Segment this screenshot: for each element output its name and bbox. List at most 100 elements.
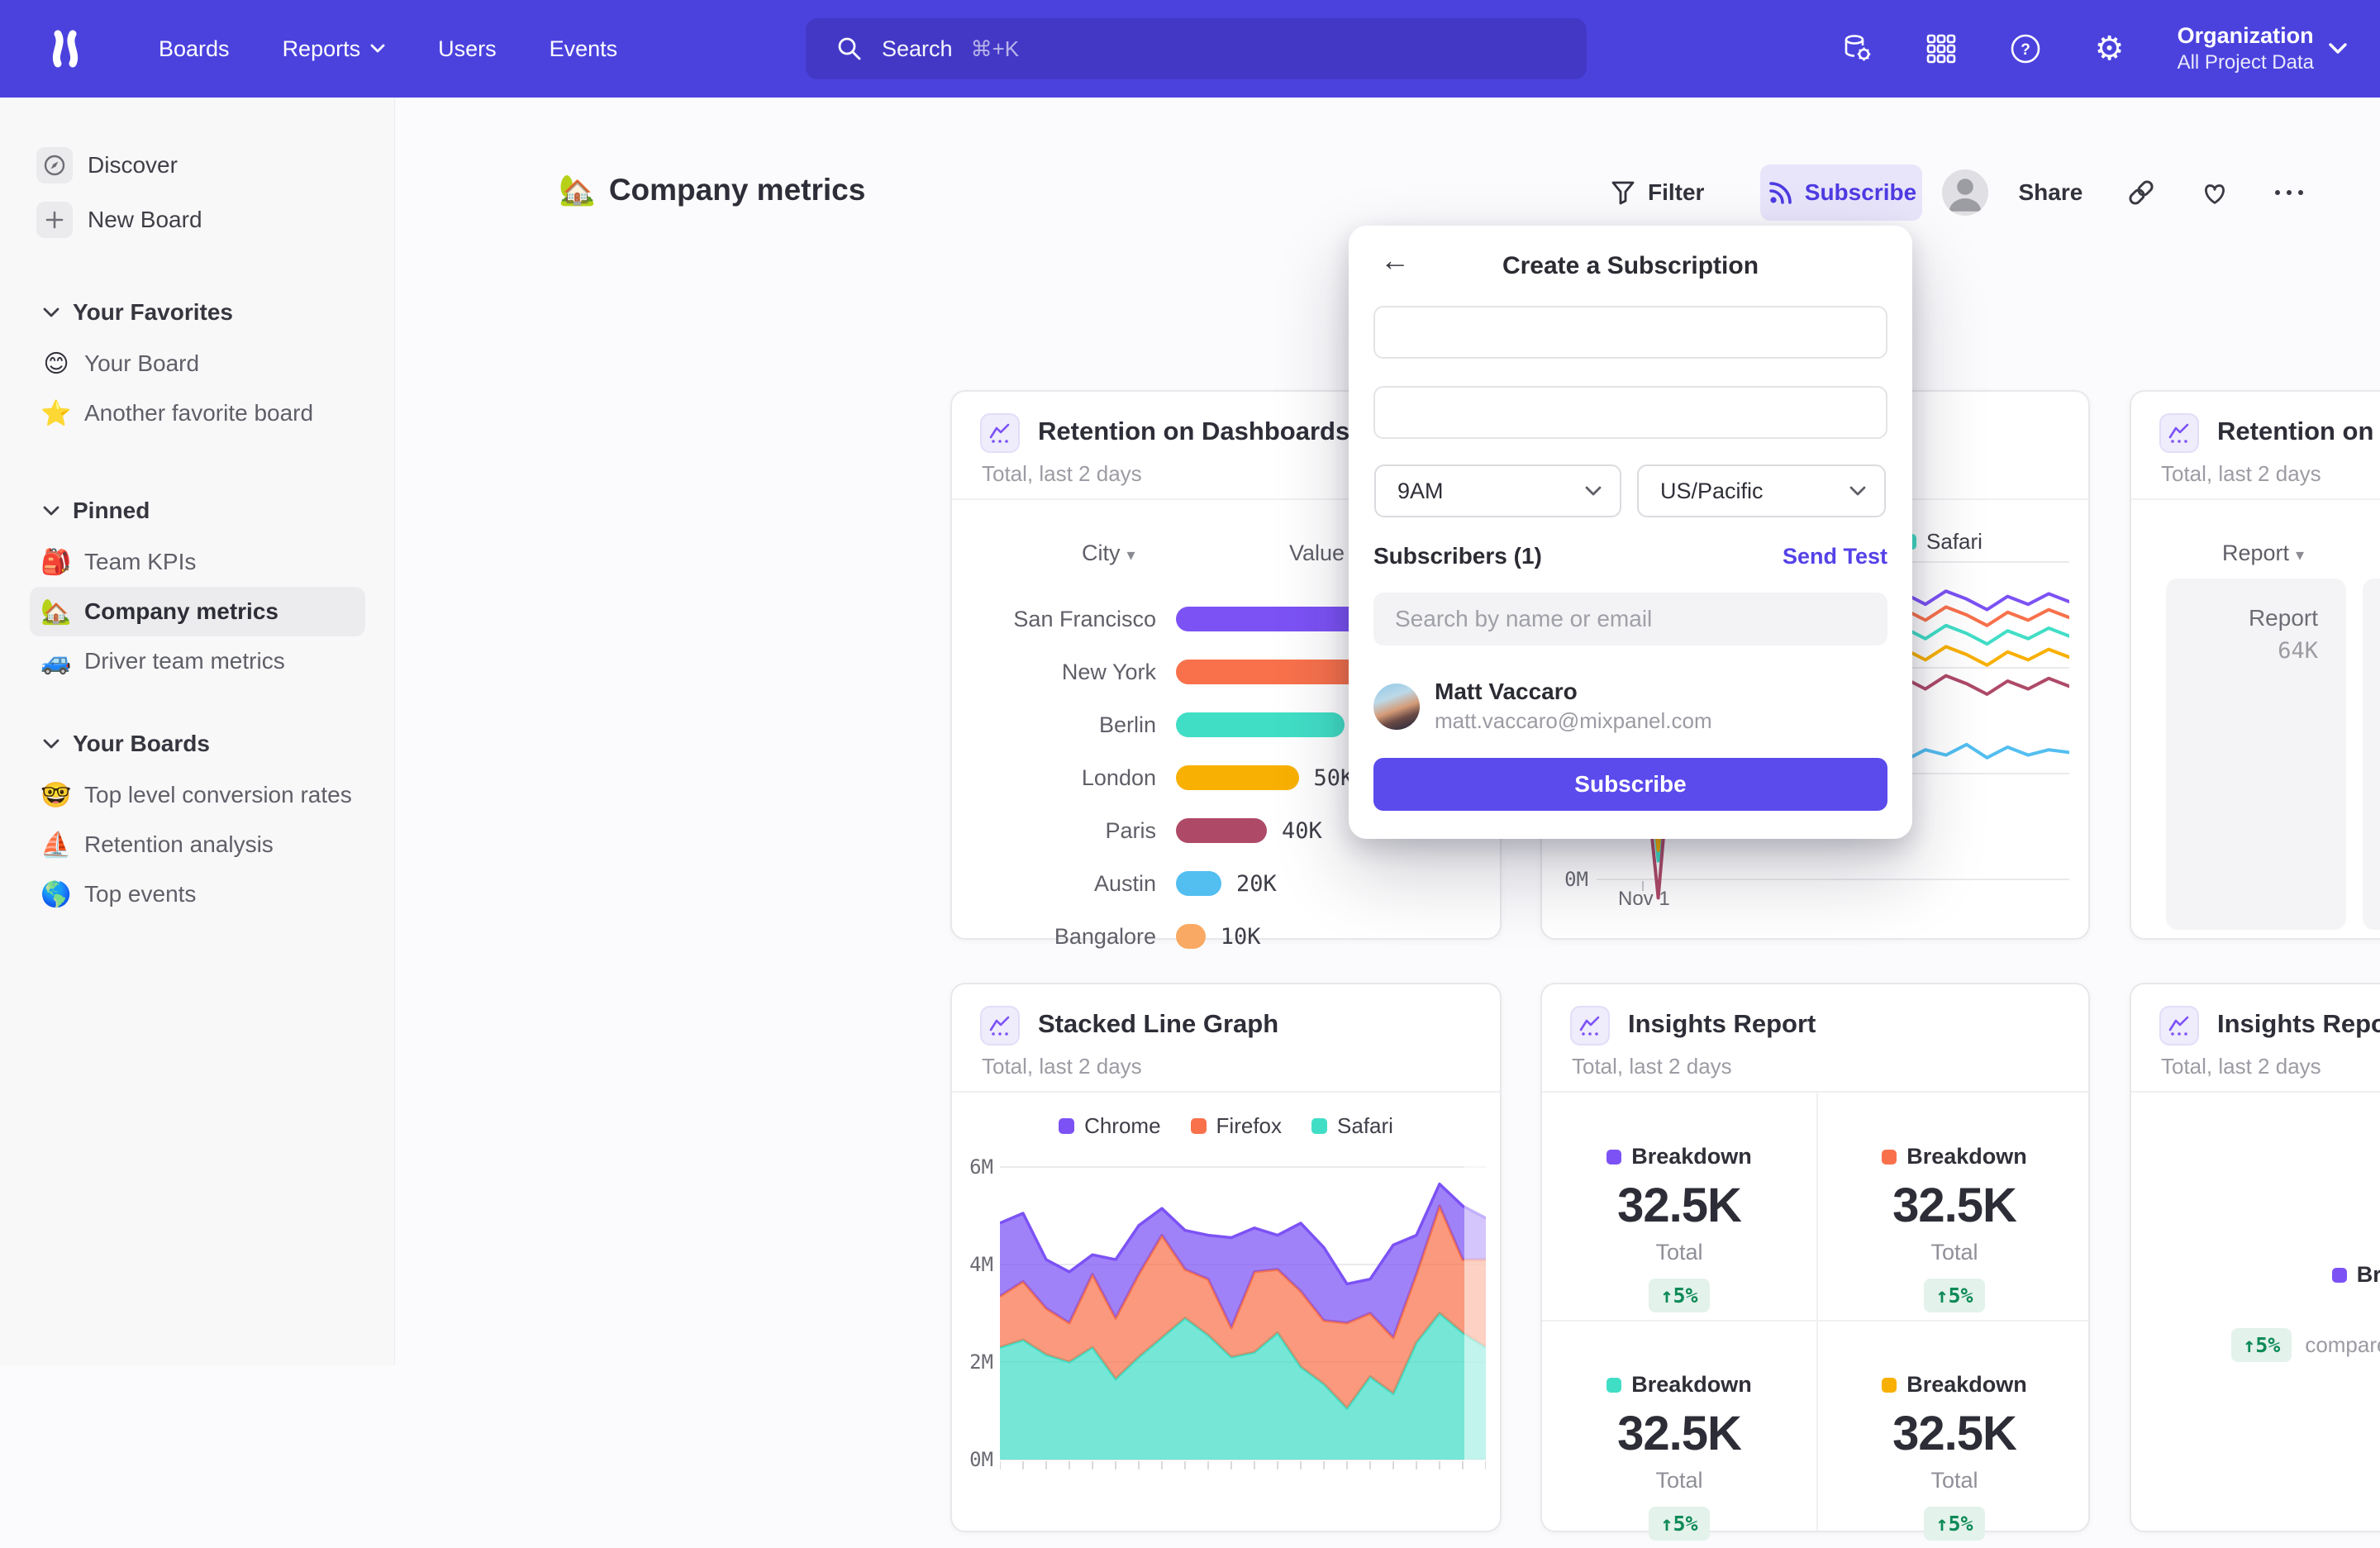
- metric-tile[interactable]: Breakdown32.5KTotal↑5%: [1542, 1321, 1816, 1548]
- send-test-link[interactable]: Send Test: [1783, 544, 1887, 569]
- value-bar: [1176, 660, 1367, 684]
- subscriber-row[interactable]: Matt Vaccaro matt.vaccaro@mixpanel.com: [1373, 679, 1712, 734]
- city-label: San Francisco: [952, 607, 1156, 632]
- sidebar-item-another-favorite-board[interactable]: ⭐Another favorite board: [0, 388, 395, 438]
- avatar[interactable]: [1942, 169, 1988, 216]
- metric-tile[interactable]: Breakdown32.5KTotal↑5%: [1817, 1093, 2092, 1320]
- sidebar-item-company-metrics[interactable]: 🏡Company metrics: [30, 587, 365, 636]
- card-title[interactable]: Insights Report: [2217, 1009, 2380, 1039]
- table-row-bangalore[interactable]: Bangalore10K: [952, 910, 1500, 963]
- sidebar-item-top-level-conversion-rates[interactable]: 🤓Top level conversion rates: [0, 770, 395, 820]
- nav-link-boards[interactable]: Boards: [159, 36, 230, 62]
- card-subtitle: Total, last 2 days: [2161, 461, 2321, 487]
- modal-title: Create a Subscription: [1349, 252, 1912, 280]
- search-input[interactable]: Search ⌘+K: [806, 18, 1587, 79]
- metric-tile[interactable]: Breakdown32.5KTotal↑5%: [1817, 1321, 2092, 1548]
- metric-tile[interactable]: Breakdown32.5KTotal↑5%: [1542, 1093, 1816, 1320]
- value-bar: [1176, 871, 1221, 896]
- metric-value: 32.5K: [1892, 1178, 2016, 1233]
- card-title[interactable]: Retention on Dashboards: [2217, 417, 2380, 446]
- metric-value: 32.5K: [1892, 1406, 2016, 1461]
- sidebar-item-new-board[interactable]: New Board: [36, 202, 202, 238]
- settings-gear-icon[interactable]: ⚙: [2093, 32, 2126, 65]
- filter-button[interactable]: Filter: [1610, 179, 1704, 207]
- nav-link-events[interactable]: Events: [550, 36, 618, 62]
- column-header-report[interactable]: Report▾: [2222, 541, 2304, 566]
- sidebar-item-top-events[interactable]: 🌎Top events: [0, 869, 395, 919]
- share-button[interactable]: Share: [2018, 179, 2082, 206]
- subscriber-name: Matt Vaccaro: [1435, 679, 1712, 705]
- apps-grid-icon[interactable]: [1925, 32, 1958, 65]
- chevron-down-icon: [43, 739, 60, 750]
- chevron-down-icon: [2329, 43, 2347, 55]
- rss-icon: [1767, 179, 1795, 207]
- value-bar: [1176, 712, 1345, 737]
- value-label: 40K: [1282, 818, 1322, 844]
- breakdown-tile-united-states[interactable]: United States 64K: [2363, 579, 2380, 930]
- legend-swatch: [1191, 1118, 1207, 1134]
- sidebar-item-your-board[interactable]: 😊Your Board: [0, 339, 395, 388]
- card-title[interactable]: Retention on Dashboards: [1038, 417, 1349, 446]
- top-nav: Boards Reports Users Events Search ⌘+K: [0, 0, 2380, 98]
- mixpanel-logo-icon[interactable]: [45, 29, 85, 69]
- nav-link-label: Events: [550, 36, 618, 62]
- board-emoji: 😊: [40, 350, 73, 379]
- y-tick: 2M: [954, 1350, 993, 1374]
- value-label: 50K: [1314, 765, 1354, 791]
- metric-value: 32.5K: [1617, 1406, 1741, 1461]
- copy-link-icon[interactable]: [2125, 177, 2157, 208]
- breakdown-tile[interactable]: Report 64K: [2166, 579, 2346, 930]
- sidebar-section-header[interactable]: Your Boards: [0, 727, 395, 760]
- sidebar-item-driver-team-metrics[interactable]: 🚙Driver team metrics: [0, 636, 395, 686]
- org-switcher[interactable]: Organization All Project Data: [2178, 22, 2347, 75]
- section-items: 🎒Team KPIs🏡Company metrics🚙Driver team m…: [0, 537, 395, 686]
- board-emoji: 🌎: [40, 880, 73, 909]
- subscriber-search-input[interactable]: [1373, 593, 1887, 645]
- metric-value: 32.5K: [1617, 1178, 1741, 1233]
- table-row-austin[interactable]: Austin20K: [952, 857, 1500, 910]
- section-items: 🤓Top level conversion rates⛵Retention an…: [0, 770, 395, 919]
- modal-subscribe-button[interactable]: Subscribe: [1373, 758, 1887, 811]
- board-actions: Filter Subscribe Share: [1610, 164, 2306, 221]
- delta-badge: ↑5%: [2231, 1328, 2292, 1362]
- sidebar-item-label: Discover: [88, 152, 178, 179]
- delta-badge: ↑5%: [1649, 1507, 1709, 1541]
- timezone-select[interactable]: US/Pacific: [1637, 464, 1886, 517]
- nav-link-label: Users: [438, 36, 497, 62]
- nav-link-users[interactable]: Users: [438, 36, 497, 62]
- sidebar-section-pinned: Pinned 🎒Team KPIs🏡Company metrics🚙Driver …: [0, 494, 395, 686]
- value-bar: [1176, 924, 1206, 949]
- metric-sub: Total: [1930, 1468, 1978, 1493]
- sidebar-item-retention-analysis[interactable]: ⛵Retention analysis: [0, 820, 395, 869]
- column-header-city[interactable]: City▾: [1082, 541, 1135, 566]
- subscriber-email: matt.vaccaro@mixpanel.com: [1435, 708, 1712, 734]
- help-icon[interactable]: ?: [2009, 32, 2042, 65]
- legend-item-chrome[interactable]: Chrome: [1059, 1113, 1160, 1139]
- time-select[interactable]: 9AM: [1374, 464, 1621, 517]
- card-title[interactable]: Stacked Line Graph: [1038, 1009, 1278, 1039]
- card-title[interactable]: Insights Report: [1628, 1009, 1816, 1039]
- favorite-heart-icon[interactable]: [2200, 179, 2230, 207]
- legend-swatch: [1059, 1118, 1074, 1134]
- value-label: 20K: [1236, 871, 1277, 897]
- y-tick: 0M: [954, 1448, 993, 1471]
- legend-item-safari[interactable]: Safari: [1311, 1113, 1393, 1139]
- search-placeholder: Search: [882, 36, 953, 62]
- board-emoji: 🏡: [559, 173, 596, 207]
- more-options-icon[interactable]: [2273, 188, 2306, 198]
- sidebar-section-header[interactable]: Pinned: [0, 494, 395, 527]
- sidebar-item-team-kpis[interactable]: 🎒Team KPIs: [0, 537, 395, 587]
- legend-swatch: [1606, 1150, 1621, 1165]
- legend-item-firefox[interactable]: Firefox: [1191, 1113, 1282, 1139]
- compass-icon: [36, 147, 73, 183]
- chevron-down-icon: [370, 44, 385, 54]
- board-emoji: 🏡: [40, 598, 73, 626]
- nav-link-reports[interactable]: Reports: [283, 36, 386, 62]
- data-management-icon[interactable]: [1840, 32, 1873, 65]
- card-insights-compare: Insights Report Total, last 2 days Break…: [2130, 983, 2380, 1532]
- sidebar-section-header[interactable]: Your Favorites: [0, 296, 395, 329]
- card-stacked-line-graph: Stacked Line Graph Total, last 2 days Ch…: [950, 983, 1502, 1532]
- sidebar-item-discover[interactable]: Discover: [36, 147, 178, 183]
- chevron-down-icon: [43, 307, 60, 318]
- subscribe-button[interactable]: Subscribe: [1760, 164, 1922, 221]
